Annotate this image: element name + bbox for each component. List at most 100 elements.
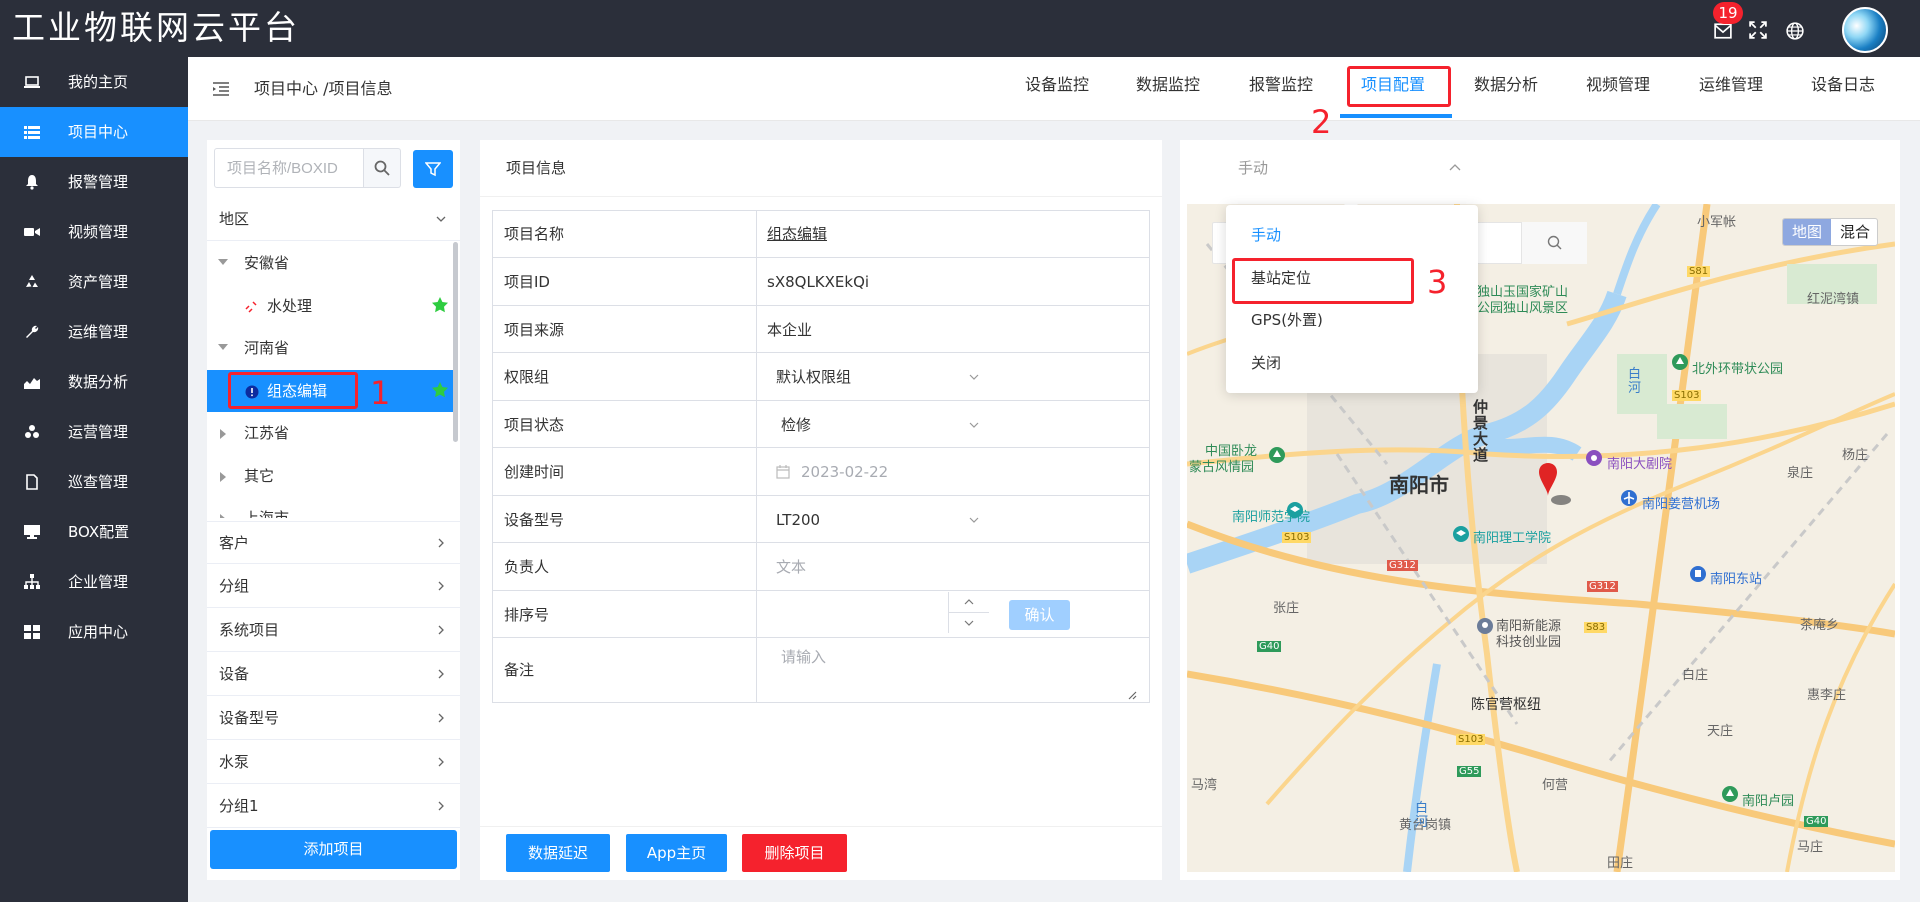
chevron-down-icon[interactable] xyxy=(969,372,979,382)
tree-node-shanghai[interactable]: 上海市 xyxy=(207,497,454,518)
section-device-model[interactable]: 设备型号 xyxy=(207,697,460,740)
mail-icon[interactable] xyxy=(1714,22,1732,40)
resize-handle-icon[interactable] xyxy=(1127,690,1137,700)
section-region[interactable]: 地区 xyxy=(207,198,460,241)
annotation-number: 2 xyxy=(1311,103,1332,141)
tree-scrollbar[interactable] xyxy=(453,242,458,442)
tree-node-water-treatment[interactable]: 水处理 xyxy=(207,285,454,327)
search-button[interactable] xyxy=(364,148,401,188)
section-label: 分组 xyxy=(219,577,250,595)
sidebar-item-enterprise[interactable]: 企业管理 xyxy=(0,557,188,607)
tab-data-monitor[interactable]: 数据监控 xyxy=(1136,73,1200,97)
caret-down-icon[interactable] xyxy=(218,259,228,265)
active-tab-indicator xyxy=(1340,114,1452,118)
tree-node-other[interactable]: 其它 xyxy=(207,455,454,497)
map-search-button[interactable] xyxy=(1521,222,1587,264)
sidebar-item-project-center[interactable]: 项目中心 xyxy=(0,107,188,157)
remark-textarea[interactable]: 请输入 xyxy=(781,646,826,668)
link-broken-icon xyxy=(245,301,257,313)
sidebar-item-home[interactable]: 我的主页 xyxy=(0,57,188,107)
user-avatar[interactable] xyxy=(1842,7,1888,53)
chevron-down-icon[interactable] xyxy=(964,619,974,627)
star-icon[interactable] xyxy=(431,296,449,314)
section-system-project[interactable]: 系统项目 xyxy=(207,609,460,652)
chevron-down-icon[interactable] xyxy=(969,515,979,525)
sidebar-item-label: 资产管理 xyxy=(68,273,129,291)
app-home-button[interactable]: App主页 xyxy=(626,834,727,872)
map-type-hybrid[interactable]: 混合 xyxy=(1831,219,1877,245)
chevron-right-icon xyxy=(438,581,444,591)
option-manual[interactable]: 手动 xyxy=(1251,224,1281,246)
sidebar-item-app-center[interactable]: 应用中心 xyxy=(0,607,188,657)
tab-video-management[interactable]: 视频管理 xyxy=(1586,73,1650,97)
caret-right-icon[interactable] xyxy=(220,472,226,482)
tab-alarm-monitor[interactable]: 报警监控 xyxy=(1249,73,1313,97)
park-icon xyxy=(1672,354,1688,370)
create-time-value: 2023-02-22 xyxy=(801,463,889,481)
project-status-select[interactable]: 检修 xyxy=(781,414,811,436)
data-delay-button[interactable]: 数据延迟 xyxy=(506,834,610,872)
recycle-icon xyxy=(26,275,38,287)
number-stepper[interactable] xyxy=(948,592,989,633)
section-pump[interactable]: 水泵 xyxy=(207,741,460,784)
sidebar-item-label: 项目中心 xyxy=(68,123,129,141)
field-label: 负责人 xyxy=(504,558,550,576)
fullscreen-icon[interactable] xyxy=(1749,21,1767,39)
section-group1[interactable]: 分组1 xyxy=(207,785,460,828)
star-icon[interactable] xyxy=(431,381,449,399)
calendar-icon xyxy=(776,465,790,479)
tree-node-henan[interactable]: 河南省 xyxy=(207,327,454,369)
laptop-icon xyxy=(24,76,40,88)
caret-down-icon[interactable] xyxy=(218,344,228,350)
sidebar-item-assets[interactable]: 资产管理 xyxy=(0,257,188,307)
map-label-highway: S103 xyxy=(1456,734,1486,745)
sidebar-item-alarm[interactable]: 报警管理 xyxy=(0,157,188,207)
map-type-toggle[interactable]: 地图 混合 xyxy=(1782,218,1878,246)
permission-group-select[interactable]: 默认权限组 xyxy=(776,366,851,388)
tab-data-analysis[interactable]: 数据分析 xyxy=(1474,73,1538,97)
option-gps-external[interactable]: GPS(外置) xyxy=(1251,309,1323,331)
sidebar-item-box-config[interactable]: BOX配置 xyxy=(0,507,188,557)
map-label-poi: 北外环带状公园 xyxy=(1692,362,1784,377)
section-customer[interactable]: 客户 xyxy=(207,521,460,564)
section-group[interactable]: 分组 xyxy=(207,565,460,608)
add-project-button[interactable]: 添加项目 xyxy=(210,830,457,869)
globe-icon[interactable] xyxy=(1786,22,1804,40)
field-label: 项目来源 xyxy=(504,321,565,339)
sidebar-item-inspection[interactable]: 巡查管理 xyxy=(0,457,188,507)
tab-ops-management[interactable]: 运维管理 xyxy=(1699,73,1763,97)
map-type-map[interactable]: 地图 xyxy=(1783,219,1831,245)
tree-node-label: 江苏省 xyxy=(244,424,290,442)
menu-fold-icon[interactable] xyxy=(213,82,229,96)
project-name-link[interactable]: 组态编辑 xyxy=(767,223,827,245)
sidebar-item-operations[interactable]: 运营管理 xyxy=(0,407,188,457)
airport-icon xyxy=(1621,490,1637,506)
field-row-project-id: 项目ID sX8QLKXEkQi xyxy=(493,258,1149,306)
confirm-button[interactable]: 确认 xyxy=(1009,600,1070,630)
video-camera-icon xyxy=(24,228,40,236)
sidebar-item-maintenance[interactable]: 运维管理 xyxy=(0,307,188,357)
sidebar-item-data-analysis[interactable]: 数据分析 xyxy=(0,357,188,407)
map-label-place: 白庄 xyxy=(1682,668,1709,683)
section-device[interactable]: 设备 xyxy=(207,653,460,696)
device-model-select[interactable]: LT200 xyxy=(776,509,820,531)
map-label-place: 红泥湾镇 xyxy=(1807,292,1860,307)
tab-device-monitor[interactable]: 设备监控 xyxy=(1025,73,1089,97)
notification-badge[interactable]: 19 xyxy=(1713,2,1743,24)
project-search-input[interactable] xyxy=(214,148,364,188)
sidebar-item-video[interactable]: 视频管理 xyxy=(0,207,188,257)
sidebar-item-label: 我的主页 xyxy=(68,73,129,91)
owner-input[interactable]: 文本 xyxy=(776,556,806,578)
chevron-up-icon[interactable] xyxy=(964,598,974,606)
chevron-down-icon[interactable] xyxy=(969,420,979,430)
caret-right-icon[interactable] xyxy=(220,514,226,518)
caret-right-icon[interactable] xyxy=(220,429,226,439)
filter-button[interactable] xyxy=(413,150,453,188)
tree-node-jiangsu[interactable]: 江苏省 xyxy=(207,412,454,454)
option-close[interactable]: 关闭 xyxy=(1251,352,1281,374)
chevron-up-icon[interactable] xyxy=(1449,163,1461,173)
tree-node-anhui[interactable]: 安徽省 xyxy=(207,242,454,284)
delete-project-button[interactable]: 删除项目 xyxy=(742,834,847,872)
tab-device-log[interactable]: 设备日志 xyxy=(1811,73,1875,97)
location-mode-select[interactable]: 手动 xyxy=(1238,157,1268,179)
